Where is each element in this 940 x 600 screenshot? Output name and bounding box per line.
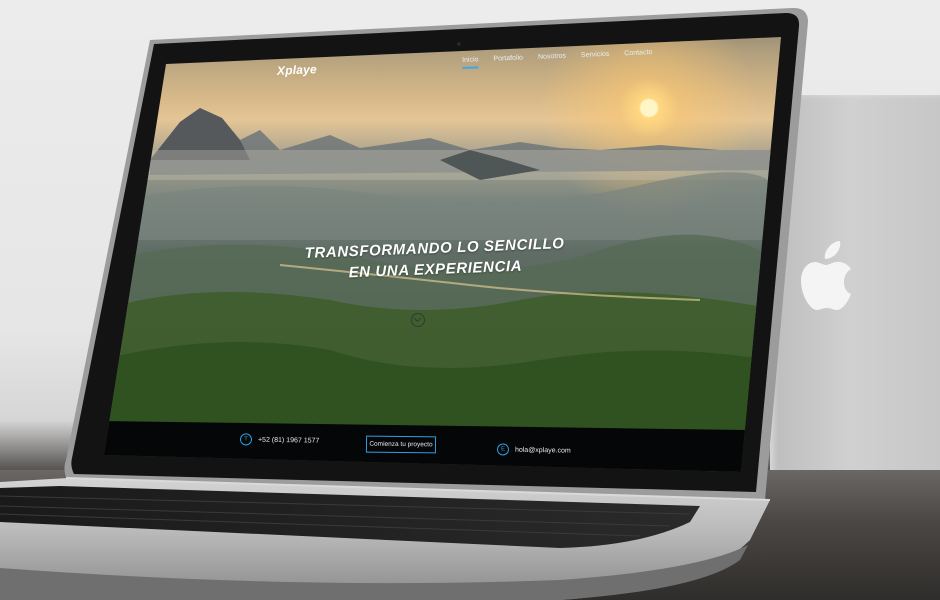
email-icon: E xyxy=(496,443,510,456)
phone-number: +52 (81) 1967 1577 xyxy=(257,436,320,445)
footer-email[interactable]: E hola@xplaye.com xyxy=(496,443,571,456)
email-address: hola@xplaye.com xyxy=(514,446,571,455)
phone-icon: T xyxy=(239,433,253,446)
footer-phone[interactable]: T +52 (81) 1967 1577 xyxy=(239,433,320,446)
start-project-button[interactable]: Comienza tu proyecto xyxy=(365,435,437,454)
